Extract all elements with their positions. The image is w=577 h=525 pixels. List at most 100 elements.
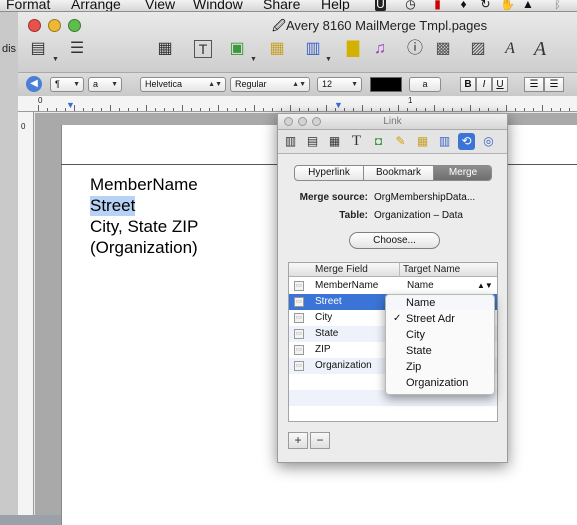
sections-icon[interactable]: ☰ (65, 38, 89, 60)
column-divider (399, 263, 400, 277)
ruler-tick (38, 105, 39, 111)
styles-drawer-icon[interactable]: ◀ (26, 76, 42, 92)
ruler-tick (245, 108, 246, 111)
view-icon[interactable]: ▤ (26, 38, 50, 60)
menu-window[interactable]: Window (193, 0, 243, 11)
table-inspector-icon[interactable]: ▦ (414, 133, 431, 150)
inspector-title: Link (383, 116, 402, 127)
remove-field-button[interactable]: − (310, 432, 330, 449)
document-inspector-icon[interactable]: ▥ (282, 133, 299, 150)
inspector-zoom-button[interactable] (312, 117, 321, 126)
target-popup-arrows-icon[interactable]: ▲▼ (477, 278, 493, 294)
shapes-dropdown-icon[interactable]: ▼ (250, 56, 257, 63)
character-style-popup[interactable]: a ▼ (88, 77, 122, 92)
ruler-number: 0 (38, 96, 43, 105)
highlight-color-well[interactable]: a (409, 77, 441, 92)
underline-button[interactable]: U (492, 77, 508, 92)
status-u-icon[interactable]: U (375, 0, 386, 11)
ruler-tick (236, 108, 237, 111)
ruler-tick (101, 108, 102, 111)
ruler-tick (218, 105, 219, 111)
inspector-icon[interactable]: ⓘ (403, 38, 427, 60)
tab-bookmark[interactable]: Bookmark (364, 166, 434, 180)
ruler-tick (542, 105, 543, 111)
status-bird-icon[interactable]: ♦ (458, 0, 469, 11)
chart-inspector-icon[interactable]: ▥ (436, 133, 453, 150)
align-center-button[interactable]: ☰ (544, 77, 564, 92)
bold-button[interactable]: B (460, 77, 476, 92)
column-header-target-name[interactable]: Target Name (403, 263, 460, 277)
status-hand-icon[interactable]: ✋ (500, 0, 515, 11)
typeface-popup[interactable]: Regular ▲▼ (230, 77, 310, 92)
layout-inspector-icon[interactable]: ▤ (304, 133, 321, 150)
font-family-popup[interactable]: Helvetica ▲▼ (140, 77, 226, 92)
shapes-icon[interactable]: ▣ (225, 38, 249, 60)
menu-item-organization[interactable]: Organization (386, 375, 494, 391)
status-clock-icon[interactable]: ◷ (405, 0, 416, 11)
column-header-merge-field[interactable]: Merge Field (315, 263, 368, 277)
tab-merge[interactable]: Merge (434, 166, 491, 180)
menu-item-name[interactable]: Name (386, 295, 494, 311)
status-lock-icon[interactable]: ▲ (522, 0, 534, 11)
merge-field-street[interactable]: Street (90, 196, 136, 216)
link-inspector-icon[interactable]: ⟲ (458, 133, 475, 150)
ruler-tick (434, 105, 435, 111)
merge-field-city-state-zip[interactable]: City, State ZIP (90, 217, 198, 237)
merge-field-organization[interactable]: (Organization) (90, 238, 198, 258)
menu-arrange[interactable]: Arrange (71, 0, 121, 11)
row-target-name[interactable]: Name (407, 278, 434, 294)
vertical-ruler[interactable]: 0 (18, 112, 34, 515)
text-color-well[interactable] (370, 77, 402, 92)
chart-dropdown-icon[interactable]: ▼ (325, 56, 332, 63)
fonts-large-icon[interactable]: A (528, 38, 552, 60)
media-browser-icon[interactable]: ▩ (431, 38, 455, 60)
paragraph-style-popup[interactable]: ¶ ▼ (50, 77, 84, 92)
zoom-button[interactable] (68, 19, 81, 32)
horizontal-ruler[interactable]: 0 1 ▼ ▼ (18, 96, 577, 112)
chart-icon[interactable]: ▥ (301, 38, 325, 60)
font-size-combo[interactable]: 12 ▼ (317, 77, 362, 92)
menu-bar: Format Arrange View Window Share Help U … (0, 0, 577, 12)
ruler-tick (308, 108, 309, 111)
status-sync-icon[interactable]: ↻ (480, 0, 491, 11)
view-dropdown-icon[interactable]: ▼ (52, 56, 59, 63)
graphic-inspector-icon[interactable]: ◘ (370, 133, 387, 150)
text-box-icon[interactable]: ▦ (153, 38, 177, 60)
close-button[interactable] (28, 19, 41, 32)
link-inspector: Link ▥ ▤ ▦ T ◘ ✎ ▦ ▥ ⟲ ◎ Hyperlink Bookm… (277, 113, 508, 463)
align-left-button[interactable]: ☰ (524, 77, 544, 92)
table-icon[interactable]: ▦ (265, 38, 289, 60)
text-inspector-icon[interactable]: T (348, 133, 365, 150)
metrics-inspector-icon[interactable]: ✎ (392, 133, 409, 150)
menu-item-state[interactable]: State (386, 343, 494, 359)
menu-item-zip[interactable]: Zip (386, 359, 494, 375)
media-icon[interactable]: ♫ (368, 38, 392, 60)
inspector-close-button[interactable] (284, 117, 293, 126)
menu-share[interactable]: Share (263, 0, 300, 11)
quicktime-inspector-icon[interactable]: ◎ (480, 133, 497, 150)
menu-item-street-adr[interactable]: ✓ Street Adr (386, 311, 494, 327)
ruler-tick (515, 108, 516, 111)
colors-icon[interactable]: ▨ (466, 38, 490, 60)
document-icon: 🖉 (272, 18, 286, 33)
table-row[interactable]: ▭ MemberName Name ▲▼ (289, 278, 497, 294)
merge-field-membername[interactable]: MemberName (90, 175, 198, 195)
row-field-name: State (315, 328, 339, 339)
menu-format[interactable]: Format (6, 0, 50, 11)
add-field-button[interactable]: + (288, 432, 308, 449)
minimize-button[interactable] (48, 19, 61, 32)
menu-view[interactable]: View (145, 0, 175, 11)
status-red-icon[interactable]: ▮ (432, 0, 443, 11)
comment-icon[interactable]: ▇ (341, 38, 365, 60)
inspector-minimize-button[interactable] (298, 117, 307, 126)
wrap-inspector-icon[interactable]: ▦ (326, 133, 343, 150)
choose-button[interactable]: Choose... (349, 232, 440, 249)
tab-hyperlink[interactable]: Hyperlink (295, 166, 364, 180)
status-bluetooth-icon[interactable]: ᛒ (552, 0, 563, 11)
menu-help[interactable]: Help (321, 0, 350, 11)
ruler-tick (416, 108, 417, 111)
menu-item-city[interactable]: City (386, 327, 494, 343)
text-icon[interactable]: T (194, 40, 212, 58)
italic-button[interactable]: I (476, 77, 492, 92)
fonts-icon[interactable]: A (498, 38, 522, 60)
